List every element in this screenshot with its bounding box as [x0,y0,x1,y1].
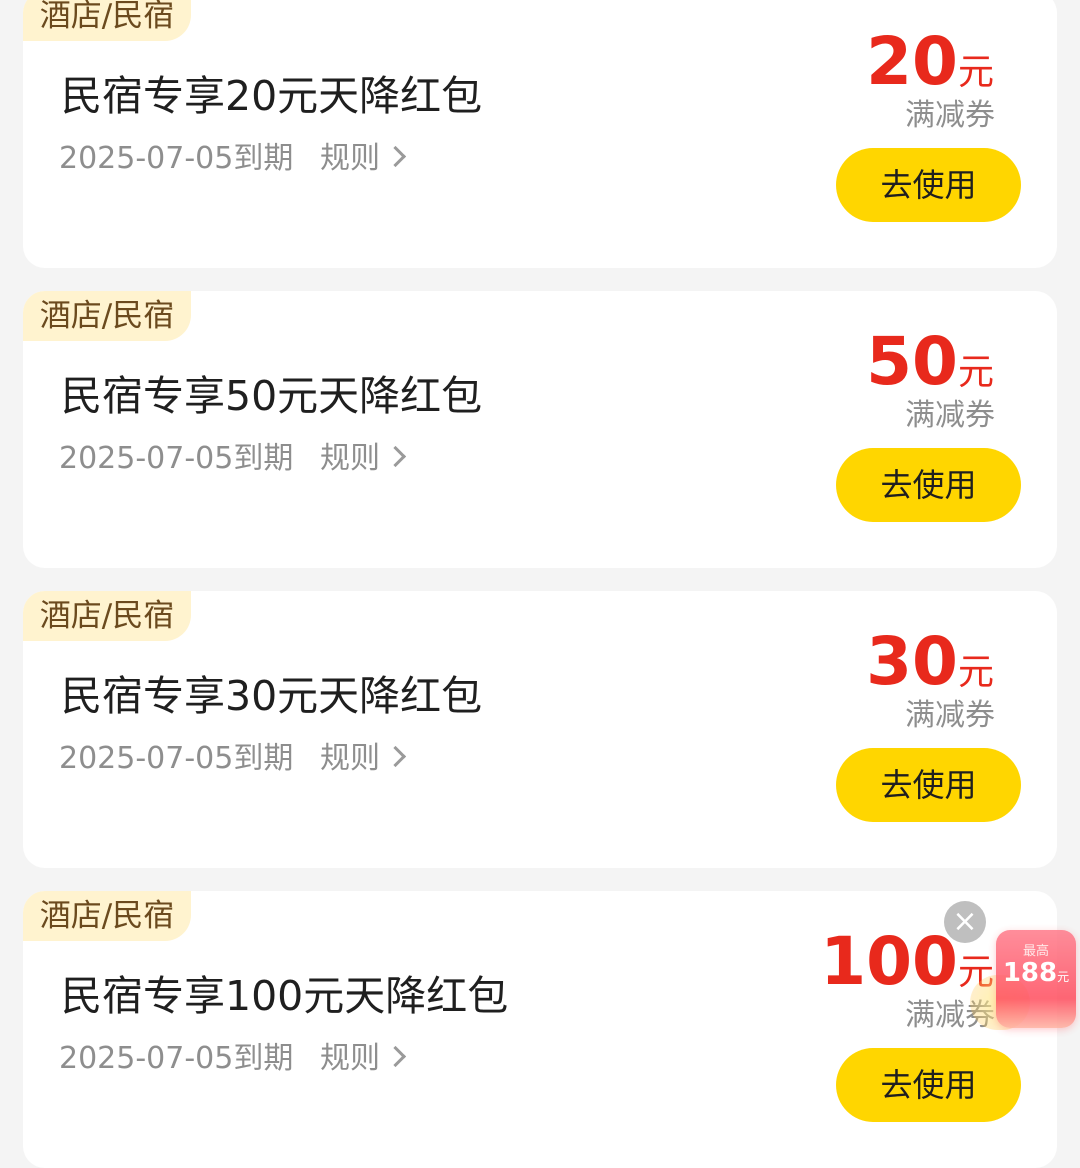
coupon-card[interactable]: 酒店/民宿 民宿专享20元天降红包 2025-07-05到期 规则 20元 满减… [23,0,1057,268]
chevron-right-icon [384,145,407,168]
expiry-date: 2025-07-05到期 [59,741,294,776]
rules-label: 规则 [320,741,380,776]
expiry-date: 2025-07-05到期 [59,1041,294,1076]
rules-label: 规则 [320,1041,380,1076]
expiry-date: 2025-07-05到期 [59,141,294,176]
coupon-type-label: 满减券 [905,698,995,733]
amount-unit: 元 [957,52,994,93]
coupon-card[interactable]: 酒店/民宿 民宿专享30元天降红包 2025-07-05到期 规则 30元 满减… [23,591,1057,868]
rules-link[interactable]: 规则 [320,1041,407,1077]
rules-link[interactable]: 规则 [320,141,407,177]
category-tag: 酒店/民宿 [23,891,191,941]
amount-value: 30 [866,623,958,700]
rules-label: 规则 [320,441,380,476]
coupon-title: 民宿专享100元天降红包 [61,972,509,1020]
amount-value: 20 [866,23,958,100]
close-icon[interactable]: × [944,901,986,943]
coupon-type-label: 满减券 [905,98,995,133]
use-coupon-button[interactable]: 去使用 [836,748,1021,822]
use-coupon-button[interactable]: 去使用 [836,448,1021,522]
chevron-right-icon [384,1045,407,1068]
amount-unit: 元 [957,652,994,693]
expiry-date: 2025-07-05到期 [59,441,294,476]
discount-amount: 50元 [794,327,994,397]
discount-amount: 20元 [794,27,994,97]
category-tag: 酒店/民宿 [23,591,191,641]
discount-amount: 30元 [794,627,994,697]
category-tag: 酒店/民宿 [23,0,191,41]
float-widget-unit: 元 [1057,970,1070,984]
category-tag: 酒店/民宿 [23,291,191,341]
use-coupon-button[interactable]: 去使用 [836,148,1021,222]
coupon-list: 酒店/民宿 民宿专享20元天降红包 2025-07-05到期 规则 20元 满减… [0,0,1080,1168]
rules-link[interactable]: 规则 [320,741,407,777]
coupon-title: 民宿专享20元天降红包 [61,72,483,120]
float-widget-label: 最高 [1022,944,1049,959]
amount-value: 100 [820,923,958,1000]
coupon-card[interactable]: 酒店/民宿 民宿专享50元天降红包 2025-07-05到期 规则 50元 满减… [23,291,1057,568]
use-coupon-button[interactable]: 去使用 [836,1048,1021,1122]
coupon-card[interactable]: 酒店/民宿 民宿专享100元天降红包 2025-07-05到期 规则 100元 … [23,891,1057,1168]
coupon-title: 民宿专享50元天降红包 [61,372,483,420]
red-packet-float-widget[interactable]: 最高 188元 [996,930,1076,1028]
chevron-right-icon [384,745,407,768]
float-widget-amount-value: 188 [1002,958,1058,988]
float-widget-amount: 188元 [996,958,1076,988]
coupon-title: 民宿专享30元天降红包 [61,672,483,720]
coupon-type-label: 满减券 [905,398,995,433]
amount-unit: 元 [957,352,994,393]
chevron-right-icon [384,445,407,468]
rules-link[interactable]: 规则 [320,441,407,477]
amount-value: 50 [866,323,958,400]
rules-label: 规则 [320,141,380,176]
